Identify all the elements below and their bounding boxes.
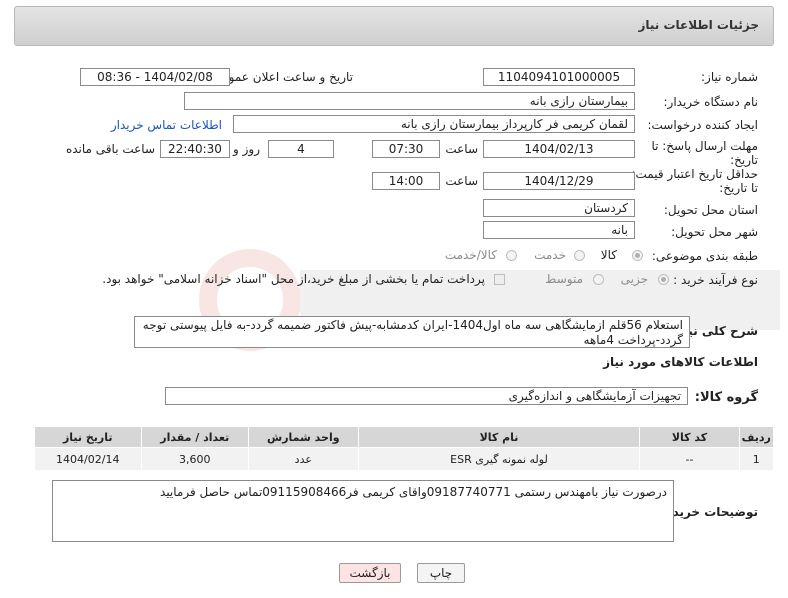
need-number-field[interactable]: 1104094101000005 <box>483 68 635 86</box>
treasury-payment-note: پرداخت تمام یا بخشی از مبلغ خرید،از محل … <box>102 272 485 286</box>
column-header-goods-code: کد کالا <box>639 426 740 448</box>
process-radio-minor[interactable] <box>658 274 669 285</box>
buyer-contact-link[interactable]: اطلاعات تماس خریدار <box>111 118 222 132</box>
requester-label: ایجاد کننده درخواست: <box>647 118 758 132</box>
column-header-unit: واحد شمارش <box>248 426 359 448</box>
goods-table-header: ردیف کد کالا نام کالا واحد شمارش تعداد /… <box>34 426 775 448</box>
city-field[interactable]: بانه <box>483 221 635 239</box>
requester-field[interactable]: لقمان کریمی فر کارپرداز بیمارستان رازی ب… <box>233 115 635 133</box>
buyer-notes-textarea[interactable]: درصورت نیاز بامهندس رستمی 09187740771واق… <box>52 480 674 542</box>
category-option-goods-service: کالا/خدمت <box>444 248 497 262</box>
process-radio-medium[interactable] <box>593 274 604 285</box>
column-header-row-number: ردیف <box>738 426 775 448</box>
category-label: طبقه بندی موضوعی: <box>651 249 758 263</box>
deadline-label-line2: تاریخ: <box>730 153 758 167</box>
process-type-label: نوع فرآیند خرید : <box>673 273 758 287</box>
page-title: جزئیات اطلاعات نیاز <box>638 18 759 32</box>
remaining-time-field[interactable]: 22:40:30 <box>160 140 230 158</box>
validity-label-line2: تا تاریخ: <box>719 181 758 195</box>
cell-unit: عدد <box>248 447 359 471</box>
city-label: شهر محل تحویل: <box>671 225 758 239</box>
deadline-date-field[interactable]: 1404/02/13 <box>483 140 635 158</box>
goods-table: ردیف کد کالا نام کالا واحد شمارش تعداد /… <box>34 426 775 471</box>
category-radio-goods-service[interactable] <box>506 250 517 261</box>
deadline-label-line1: مهلت ارسال پاسخ: تا <box>651 139 758 153</box>
remaining-time-label: ساعت باقی مانده <box>65 142 155 156</box>
goods-section-title: اطلاعات کالاهای مورد نیاز <box>603 355 758 369</box>
column-header-need-date: تاریخ نیاز <box>34 426 142 448</box>
cell-goods-code: -- <box>639 447 740 471</box>
category-option-service: خدمت <box>534 248 566 262</box>
validity-time-label: ساعت <box>445 174 478 188</box>
description-textarea[interactable]: استعلام 56قلم ازمایشگاهی سه ماه اول1404-… <box>134 316 690 348</box>
column-header-quantity: تعداد / مقدار <box>140 426 249 448</box>
validity-date-field[interactable]: 1404/12/29 <box>483 172 635 190</box>
category-option-goods: کالا <box>600 248 617 262</box>
announce-datetime-field[interactable]: 1404/02/08 - 08:36 <box>80 68 230 86</box>
page-header: جزئیات اطلاعات نیاز <box>14 6 774 46</box>
need-number-label: شماره نیاز: <box>701 70 758 84</box>
days-remaining-field[interactable]: 4 <box>268 140 334 158</box>
buyer-org-label: نام دستگاه خریدار: <box>663 95 759 109</box>
back-button[interactable]: بازگشت <box>339 563 401 583</box>
cell-goods-name: لوله نمونه گیری ESR <box>357 447 641 471</box>
goods-group-field[interactable]: تجهیزات آزمایشگاهی و اندازه‌گیری <box>165 387 688 405</box>
cell-quantity: 3,600 <box>140 447 249 471</box>
province-field[interactable]: کردستان <box>483 199 635 217</box>
treasury-payment-checkbox[interactable] <box>494 274 505 285</box>
table-row[interactable]: 1 -- لوله نمونه گیری ESR عدد 3,600 1404/… <box>34 447 775 471</box>
days-label: روز و <box>233 142 260 156</box>
category-radio-service[interactable] <box>574 250 585 261</box>
goods-group-label: گروه کالا: <box>694 390 758 405</box>
print-button[interactable]: چاپ <box>417 563 465 583</box>
validity-label-line1: حداقل تاریخ اعتبار قیمت: <box>631 167 758 181</box>
province-label: استان محل تحویل: <box>663 203 758 217</box>
category-radio-goods[interactable] <box>632 250 643 261</box>
cell-row-number: 1 <box>738 447 775 471</box>
column-header-goods-name: نام کالا <box>357 426 641 448</box>
process-option-minor: جزیی <box>620 272 648 286</box>
validity-time-field[interactable]: 14:00 <box>372 172 440 190</box>
deadline-time-label: ساعت <box>445 142 478 156</box>
process-option-medium: متوسط <box>545 272 583 286</box>
cell-need-date: 1404/02/14 <box>34 447 142 471</box>
buyer-org-field[interactable]: بیمارستان رازی بانه <box>184 92 635 110</box>
deadline-time-field[interactable]: 07:30 <box>372 140 440 158</box>
